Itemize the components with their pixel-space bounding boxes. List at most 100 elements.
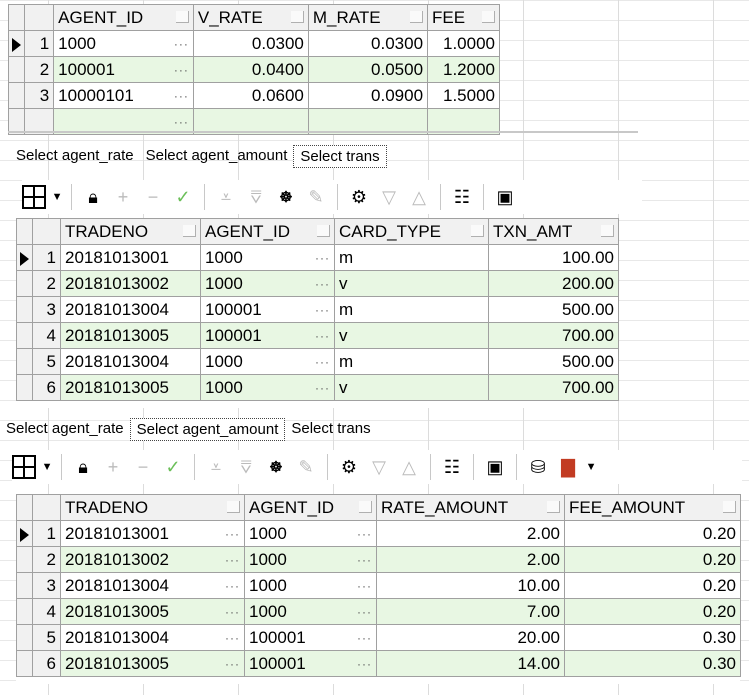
rate-amount-cell[interactable]: 7.00 xyxy=(376,598,565,625)
agent-id-cell[interactable]: 100001 ··· xyxy=(244,650,377,677)
tab-select-agent-rate[interactable]: Select agent_rate xyxy=(0,418,130,441)
tradeno-cell[interactable]: 20181013004 ··· xyxy=(60,624,245,651)
triangle-down-icon[interactable]: ▽ xyxy=(367,454,391,480)
binoculars-icon[interactable]: ☸︎ xyxy=(274,184,298,210)
row-number[interactable]: 1 xyxy=(32,244,61,271)
agent-id-cell[interactable]: 1000 ··· xyxy=(244,598,377,625)
column-button[interactable] xyxy=(410,11,424,23)
row-number[interactable]: 3 xyxy=(32,572,61,599)
filter-all-icon[interactable]: ⩢ xyxy=(234,454,258,480)
tradeno-cell[interactable]: 20181013005 ··· xyxy=(60,598,245,625)
row-number[interactable]: 5 xyxy=(32,624,61,651)
card-type-cell[interactable]: v xyxy=(334,374,489,401)
table-row[interactable]: 2 20181013002 1000 ··· v 200.00 xyxy=(16,270,619,297)
card-type-cell[interactable]: m xyxy=(334,244,489,271)
ellipsis-icon[interactable]: ··· xyxy=(357,626,372,650)
row-number[interactable]: 4 xyxy=(32,598,61,625)
tab-select-agent-amount[interactable]: Select agent_amount xyxy=(140,145,294,168)
filter-icon[interactable]: ⩡ xyxy=(214,184,238,210)
save-icon[interactable]: ▣ xyxy=(483,454,507,480)
query-icon[interactable]: ⚙︎ xyxy=(347,184,371,210)
row-number[interactable]: 5 xyxy=(32,348,61,375)
tradeno-cell[interactable]: 20181013002 ··· xyxy=(60,546,245,573)
column-button[interactable] xyxy=(175,11,189,23)
fee-amount-cell[interactable]: 0.20 xyxy=(564,598,741,625)
table-row[interactable]: 2 100001 ··· 0.0400 0.0500 1.2000 xyxy=(7,56,500,83)
row-number[interactable]: 2 xyxy=(24,56,55,83)
agent-id-cell[interactable]: 100001 ··· xyxy=(200,322,335,349)
fee-cell[interactable]: 1.2000 xyxy=(427,56,500,83)
triangle-up-icon[interactable]: △ xyxy=(397,454,421,480)
agent-id-cell[interactable]: 100001 ··· xyxy=(200,296,335,323)
plus-icon[interactable]: + xyxy=(111,184,135,210)
row-number[interactable]: 1 xyxy=(32,520,61,547)
ellipsis-icon[interactable]: ··· xyxy=(315,324,330,348)
tradeno-cell[interactable]: 20181013004 xyxy=(60,296,201,323)
agent-id-cell[interactable]: 100001 ··· xyxy=(244,624,377,651)
v-rate-cell[interactable]: 0.0300 xyxy=(192,30,309,57)
row-number[interactable]: 6 xyxy=(32,374,61,401)
rate-amount-cell[interactable]: 14.00 xyxy=(376,650,565,677)
chevron-down-icon[interactable]: ▼ xyxy=(42,454,53,480)
row-number[interactable]: 2 xyxy=(32,270,61,297)
column-button[interactable] xyxy=(227,501,240,513)
table-row[interactable]: 1 20181013001 ··· 1000 ··· 2.00 0.20 xyxy=(16,520,741,547)
filter-all-icon[interactable]: ⩢ xyxy=(244,184,268,210)
table-row[interactable]: 4 20181013005 ··· 1000 ··· 7.00 0.20 xyxy=(16,598,741,625)
chevron-down-icon[interactable]: ▼ xyxy=(586,454,597,480)
col-header-rate-amount[interactable]: RATE_AMOUNT xyxy=(376,494,565,521)
ellipsis-icon[interactable]: ··· xyxy=(357,548,372,572)
chevron-down-icon[interactable]: ▼ xyxy=(52,184,63,210)
table-row[interactable]: 6 20181013005 ··· 100001 ··· 14.00 0.30 xyxy=(16,650,741,677)
agent-id-cell[interactable]: 1000 ··· xyxy=(244,572,377,599)
table-row[interactable]: 1 20181013001 1000 ··· m 100.00 xyxy=(16,244,619,271)
grid-select-icon[interactable] xyxy=(22,184,46,210)
txn-amt-cell[interactable]: 700.00 xyxy=(488,374,619,401)
agent-id-cell[interactable]: 1000 ··· xyxy=(53,30,194,57)
minus-icon[interactable]: − xyxy=(141,184,165,210)
agent-id-cell[interactable]: 1000 ··· xyxy=(200,244,335,271)
agent-id-cell[interactable]: 10000101 ··· xyxy=(53,82,194,109)
ellipsis-icon[interactable]: ··· xyxy=(225,548,240,572)
col-header-v-rate[interactable]: V_RATE xyxy=(192,4,309,31)
tradeno-cell[interactable]: 20181013005 ··· xyxy=(60,650,245,677)
binoculars-icon[interactable]: ☸︎ xyxy=(264,454,288,480)
tab-select-trans[interactable]: Select trans xyxy=(285,418,376,441)
check-icon[interactable]: ✓ xyxy=(171,184,195,210)
table-row[interactable]: 3 20181013004 100001 ··· m 500.00 xyxy=(16,296,619,323)
table-row[interactable]: 3 20181013004 ··· 1000 ··· 10.00 0.20 xyxy=(16,572,741,599)
col-header-agent-id[interactable]: AGENT_ID xyxy=(53,4,194,31)
ellipsis-icon[interactable]: ··· xyxy=(225,600,240,624)
rate-amount-cell[interactable]: 10.00 xyxy=(376,572,565,599)
txn-amt-cell[interactable]: 200.00 xyxy=(488,270,619,297)
tradeno-cell[interactable]: 20181013002 xyxy=(60,270,201,297)
card-type-cell[interactable]: v xyxy=(334,322,489,349)
rate-amount-cell[interactable]: 20.00 xyxy=(376,624,565,651)
tradeno-cell[interactable]: 20181013005 xyxy=(60,322,201,349)
fee-cell[interactable]: 1.0000 xyxy=(427,30,500,57)
ellipsis-icon[interactable]: ··· xyxy=(225,574,240,598)
row-number[interactable]: 2 xyxy=(32,546,61,573)
table-row[interactable]: 6 20181013005 1000 ··· v 700.00 xyxy=(16,374,619,401)
col-header-tradeno[interactable]: TRADENO xyxy=(60,494,245,521)
tab-select-agent-rate[interactable]: Select agent_rate xyxy=(10,145,140,168)
fee-amount-cell[interactable]: 0.20 xyxy=(564,572,741,599)
ellipsis-icon[interactable]: ··· xyxy=(357,522,372,546)
table-row[interactable]: 2 20181013002 ··· 1000 ··· 2.00 0.20 xyxy=(16,546,741,573)
agent-id-cell[interactable]: 1000 ··· xyxy=(200,270,335,297)
tradeno-cell[interactable]: 20181013001 xyxy=(60,244,201,271)
table-row[interactable]: 5 20181013004 1000 ··· m 500.00 xyxy=(16,348,619,375)
card-type-cell[interactable]: m xyxy=(334,296,489,323)
tab-select-agent-amount[interactable]: Select agent_amount xyxy=(129,418,286,441)
col-header-agent-id[interactable]: AGENT_ID xyxy=(244,494,377,521)
ellipsis-icon[interactable]: ··· xyxy=(225,522,240,546)
eraser-icon[interactable]: ✎ xyxy=(294,454,318,480)
filter-icon[interactable]: ⩡ xyxy=(204,454,228,480)
col-header-agent-id[interactable]: AGENT_ID xyxy=(200,218,335,245)
m-rate-cell[interactable]: 0.0300 xyxy=(307,30,429,57)
column-button[interactable] xyxy=(547,501,560,513)
ellipsis-icon[interactable]: ··· xyxy=(225,626,240,650)
tradeno-cell[interactable]: 20181013004 xyxy=(60,348,201,375)
fee-cell[interactable]: 1.5000 xyxy=(427,82,500,109)
col-header-fee-amount[interactable]: FEE_AMOUNT xyxy=(564,494,741,521)
